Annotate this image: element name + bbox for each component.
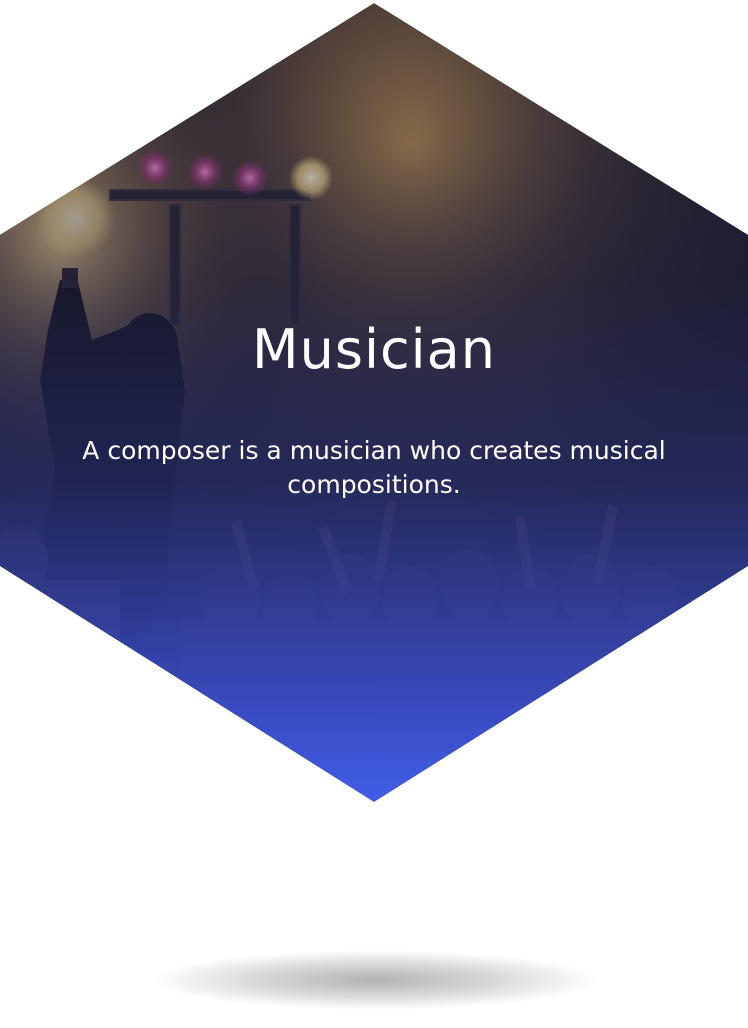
card-floor-shadow — [150, 950, 600, 1010]
card-content: Musician A composer is a musician who cr… — [0, 3, 748, 802]
card-description: A composer is a musician who creates mus… — [82, 436, 666, 499]
page: Musician A composer is a musician who cr… — [0, 0, 748, 1028]
musician-hexagon-card[interactable]: Musician A composer is a musician who cr… — [0, 3, 748, 802]
card-title: Musician — [252, 318, 496, 381]
